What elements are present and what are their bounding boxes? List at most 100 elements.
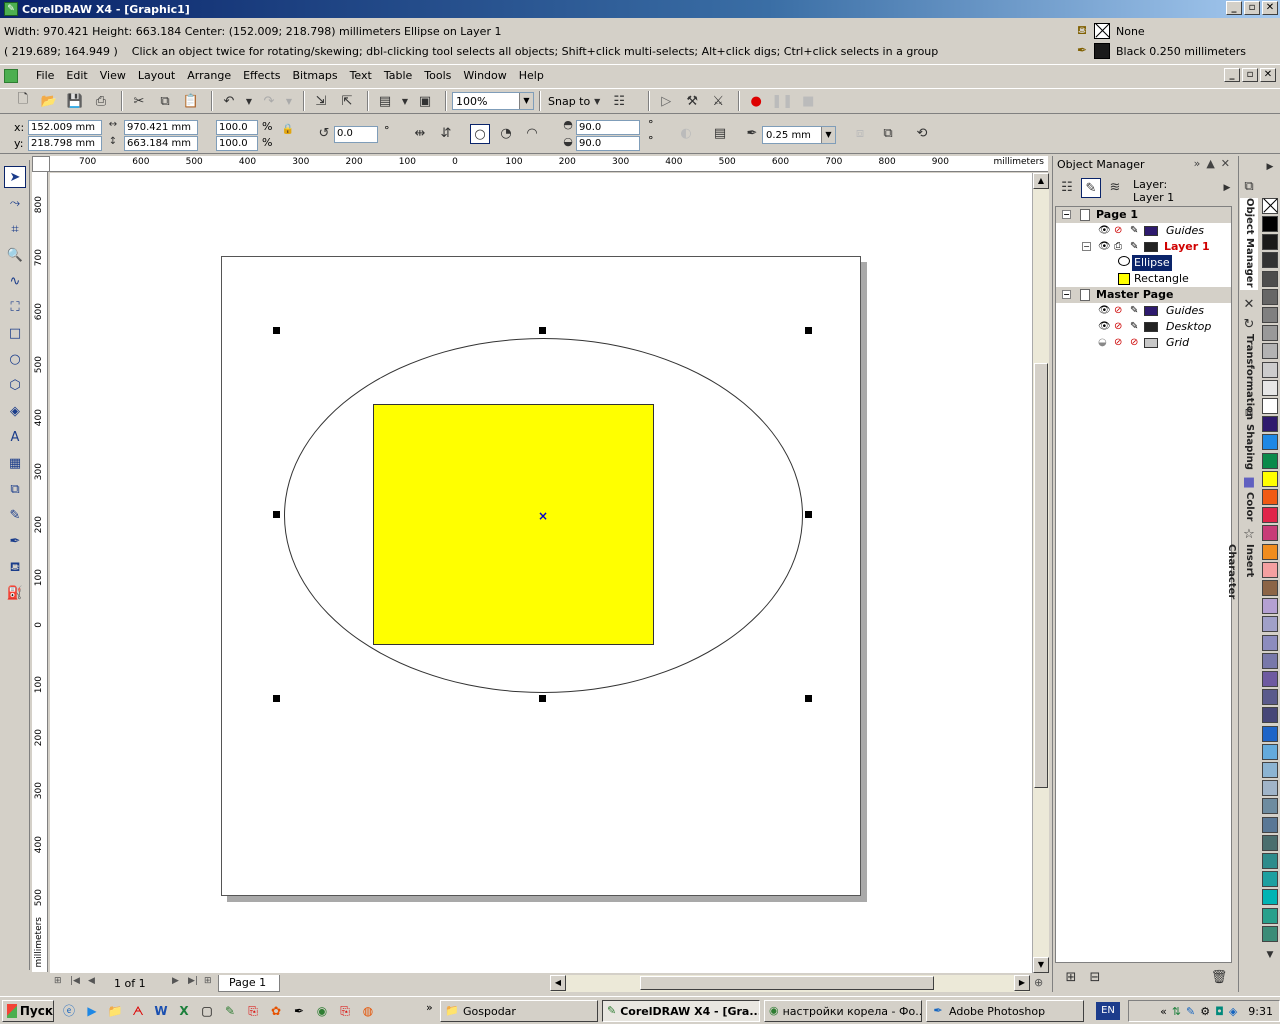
- ellipse-tool-icon[interactable]: ○: [4, 349, 26, 371]
- rotation-angle-field[interactable]: 0.0: [334, 126, 378, 143]
- tray-network-icon[interactable]: ⇅: [1172, 1005, 1181, 1018]
- palette-swatch[interactable]: [1262, 452, 1278, 469]
- drawing-canvas[interactable]: ×: [50, 173, 1032, 973]
- scale-y-field[interactable]: 100.0: [216, 136, 258, 151]
- scale-x-field[interactable]: 100.0: [216, 120, 258, 135]
- selection-handle[interactable]: [805, 511, 812, 518]
- palette-swatch[interactable]: [1262, 634, 1278, 651]
- locked-icon[interactable]: ⊘: [1130, 335, 1138, 351]
- palette-swatch[interactable]: [1262, 270, 1278, 287]
- save-icon[interactable]: 💾: [64, 90, 86, 112]
- pause-icon[interactable]: ❚❚: [771, 90, 793, 112]
- palette-swatch[interactable]: [1262, 725, 1278, 742]
- acrobat-icon[interactable]: ᗅ: [129, 1002, 147, 1020]
- transformation-tab-icon[interactable]: ↻: [1239, 316, 1259, 334]
- macro-editor-icon[interactable]: ⚔: [707, 90, 729, 112]
- height-field[interactable]: 663.184 mm: [124, 136, 198, 151]
- selection-handle[interactable]: [805, 695, 812, 702]
- folder-icon[interactable]: 📁: [106, 1002, 124, 1020]
- layer-color-swatch[interactable]: [1144, 306, 1158, 316]
- word-icon[interactable]: W: [152, 1002, 170, 1020]
- zoom-levels-combo[interactable]: 100% ▼: [452, 92, 534, 110]
- tree-row-layer-1[interactable]: − 👁 ⎙ ✎ Layer 1: [1056, 239, 1231, 255]
- eyedropper-tool-icon[interactable]: ✎: [4, 505, 26, 527]
- page-tab[interactable]: Page 1: [218, 975, 280, 992]
- editable-pencil-icon[interactable]: ✎: [1130, 239, 1138, 255]
- menu-arrange[interactable]: Arrange: [181, 69, 237, 82]
- palette-scroll-down-icon[interactable]: ▼: [1260, 948, 1280, 962]
- tab-insert-character[interactable]: Insert Character: [1226, 544, 1258, 624]
- zoom-tool-icon[interactable]: 🔍: [4, 245, 26, 267]
- visible-eye-icon[interactable]: 👁: [1098, 223, 1111, 239]
- new-document-icon[interactable]: 🗋: [12, 90, 34, 112]
- palette-swatch[interactable]: [1262, 762, 1278, 778]
- vertical-ruler[interactable]: millimeters 800 700 600 500 400 300 200 100 0 100…: [32, 172, 48, 972]
- interactive-fill-tool-icon[interactable]: ⛽: [4, 583, 26, 605]
- menu-tools[interactable]: Tools: [418, 69, 457, 82]
- object-manager-tab-icon[interactable]: ⧉: [1239, 178, 1259, 196]
- scroll-left-icon[interactable]: ◀: [550, 975, 566, 991]
- application-launcher-icon[interactable]: ▤: [374, 90, 396, 112]
- doc-restore-button[interactable]: ▫: [1242, 68, 1258, 82]
- convert-to-curves-icon[interactable]: ⟲: [912, 124, 932, 144]
- doc-close-button[interactable]: ✕: [1260, 68, 1276, 82]
- print-icon[interactable]: ⎙: [90, 90, 112, 112]
- tree-row-rectangle[interactable]: Rectangle: [1056, 271, 1231, 287]
- record-icon[interactable]: ●: [745, 90, 767, 112]
- palette-swatch[interactable]: [1262, 925, 1278, 942]
- excel-icon[interactable]: X: [175, 1002, 193, 1020]
- shape-tool-icon[interactable]: ⤳: [4, 193, 26, 215]
- palette-swatch[interactable]: [1262, 798, 1278, 815]
- table-tool-icon[interactable]: ▦: [4, 453, 26, 475]
- palette-swatch[interactable]: [1262, 234, 1278, 251]
- scroll-down-icon[interactable]: ▼: [1033, 957, 1049, 973]
- palette-swatch[interactable]: [1262, 307, 1278, 323]
- palette-swatch[interactable]: [1262, 398, 1278, 414]
- macro-manager-icon[interactable]: ⚒: [681, 90, 703, 112]
- menu-text[interactable]: Text: [344, 69, 378, 82]
- stop-icon[interactable]: ■: [797, 90, 819, 112]
- pick-tool-icon[interactable]: ➤: [4, 166, 26, 188]
- hidden-eye-icon[interactable]: ◒: [1098, 335, 1107, 351]
- restore-button[interactable]: ▫: [1244, 1, 1260, 15]
- next-page-icon[interactable]: ▶: [172, 976, 179, 986]
- selection-handle[interactable]: [539, 327, 546, 334]
- y-position-field[interactable]: 218.798 mm: [28, 136, 102, 151]
- selection-handle[interactable]: [273, 511, 280, 518]
- window-icon[interactable]: ▢: [198, 1002, 216, 1020]
- scroll-up-icon[interactable]: ▲: [1033, 173, 1049, 189]
- new-layer-icon[interactable]: ⊞: [1061, 968, 1081, 988]
- palette-swatch[interactable]: [1262, 871, 1278, 888]
- menu-table[interactable]: Table: [378, 69, 418, 82]
- flyout-arrow-icon[interactable]: ▶: [1217, 178, 1237, 198]
- coreldraw-app-icon[interactable]: ✎: [4, 2, 18, 16]
- menu-file[interactable]: File: [30, 69, 60, 82]
- polygon-tool-icon[interactable]: ⬡: [4, 375, 26, 397]
- menu-help[interactable]: Help: [513, 69, 550, 82]
- palette-swatch[interactable]: [1262, 816, 1278, 833]
- horizontal-ruler[interactable]: millimeters 700 600 500 400 300 200 100 0 100 200…: [50, 156, 1048, 172]
- task-coreldraw[interactable]: ✎ CorelDRAW X4 - [Gra...: [602, 1000, 760, 1022]
- collapse-icon[interactable]: −: [1082, 242, 1091, 251]
- no-print-icon[interactable]: ⊘: [1114, 303, 1122, 319]
- tray-info-icon[interactable]: ◈: [1229, 1005, 1237, 1018]
- snap-to-dropdown-icon[interactable]: ▼: [590, 90, 604, 112]
- tree-row-master-page[interactable]: − Master Page: [1056, 287, 1231, 303]
- palette-swatch[interactable]: [1262, 361, 1278, 378]
- export-icon[interactable]: ⇱: [336, 90, 358, 112]
- launcher-dropdown-icon[interactable]: ▼: [400, 90, 410, 112]
- palette-swatch[interactable]: [1262, 543, 1278, 560]
- mirror-vertical-icon[interactable]: ⇵: [436, 124, 456, 144]
- tree-row-page-1[interactable]: − Page 1: [1056, 207, 1231, 223]
- tab-color[interactable]: Color: [1240, 492, 1258, 528]
- outline-indicator[interactable]: ✒ Black 0.250 millimeters: [1074, 41, 1274, 61]
- menu-effects[interactable]: Effects: [237, 69, 286, 82]
- doc-minimize-button[interactable]: _: [1224, 68, 1240, 82]
- delete-icon[interactable]: 🗑: [1209, 968, 1229, 988]
- palette-swatch[interactable]: [1262, 780, 1278, 797]
- no-color-swatch[interactable]: [1262, 198, 1278, 214]
- prev-page-icon[interactable]: ◀: [88, 976, 95, 986]
- paste-icon[interactable]: 📋: [180, 90, 202, 112]
- layer-manager-view-icon[interactable]: ≋: [1105, 178, 1125, 198]
- ie-icon[interactable]: ⓔ: [60, 1002, 78, 1020]
